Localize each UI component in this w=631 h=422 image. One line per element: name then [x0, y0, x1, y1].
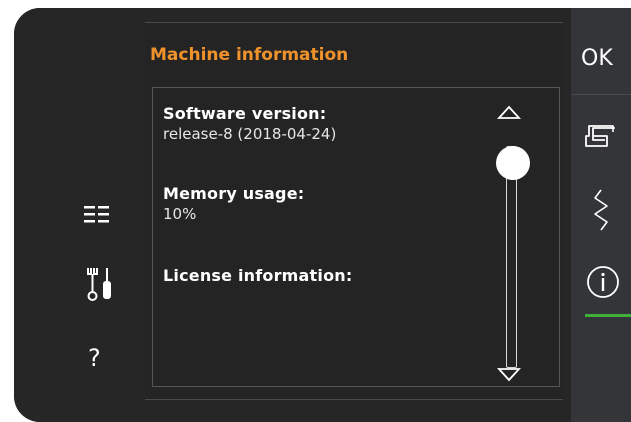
device-frame: ? Machine information Software version: … — [14, 8, 631, 422]
right-bar-divider — [571, 94, 631, 95]
left-rail: ? — [14, 8, 144, 422]
right-bar: OK — [571, 8, 631, 422]
info-panel: Software version: release-8 (2018-04-24)… — [152, 87, 560, 387]
tools-icon[interactable] — [84, 264, 116, 304]
ok-button[interactable]: OK — [581, 46, 613, 71]
main-content: Machine information Software version: re… — [145, 22, 563, 400]
active-tab-indicator — [585, 314, 631, 317]
scroll-up-arrow-icon[interactable] — [497, 104, 521, 120]
stitch-icon[interactable] — [589, 188, 613, 232]
license-information-label: License information: — [163, 266, 353, 285]
software-version-value: release-8 (2018-04-24) — [163, 125, 337, 143]
sewing-machine-icon[interactable] — [583, 120, 619, 148]
info-icon[interactable] — [585, 264, 621, 300]
memory-usage-value: 10% — [163, 205, 197, 223]
help-icon[interactable]: ? — [88, 344, 101, 372]
list-icon[interactable] — [84, 204, 116, 228]
memory-usage-block: Memory usage: 10% — [163, 184, 304, 223]
scrollbar-thumb[interactable] — [496, 146, 530, 180]
memory-usage-label: Memory usage: — [163, 184, 305, 203]
software-version-label: Software version: — [163, 104, 327, 123]
scroll-down-arrow-icon[interactable] — [497, 367, 521, 383]
software-version-block: Software version: release-8 (2018-04-24) — [163, 104, 336, 143]
license-information-block: License information: — [163, 266, 352, 285]
page-title: Machine information — [150, 45, 349, 65]
